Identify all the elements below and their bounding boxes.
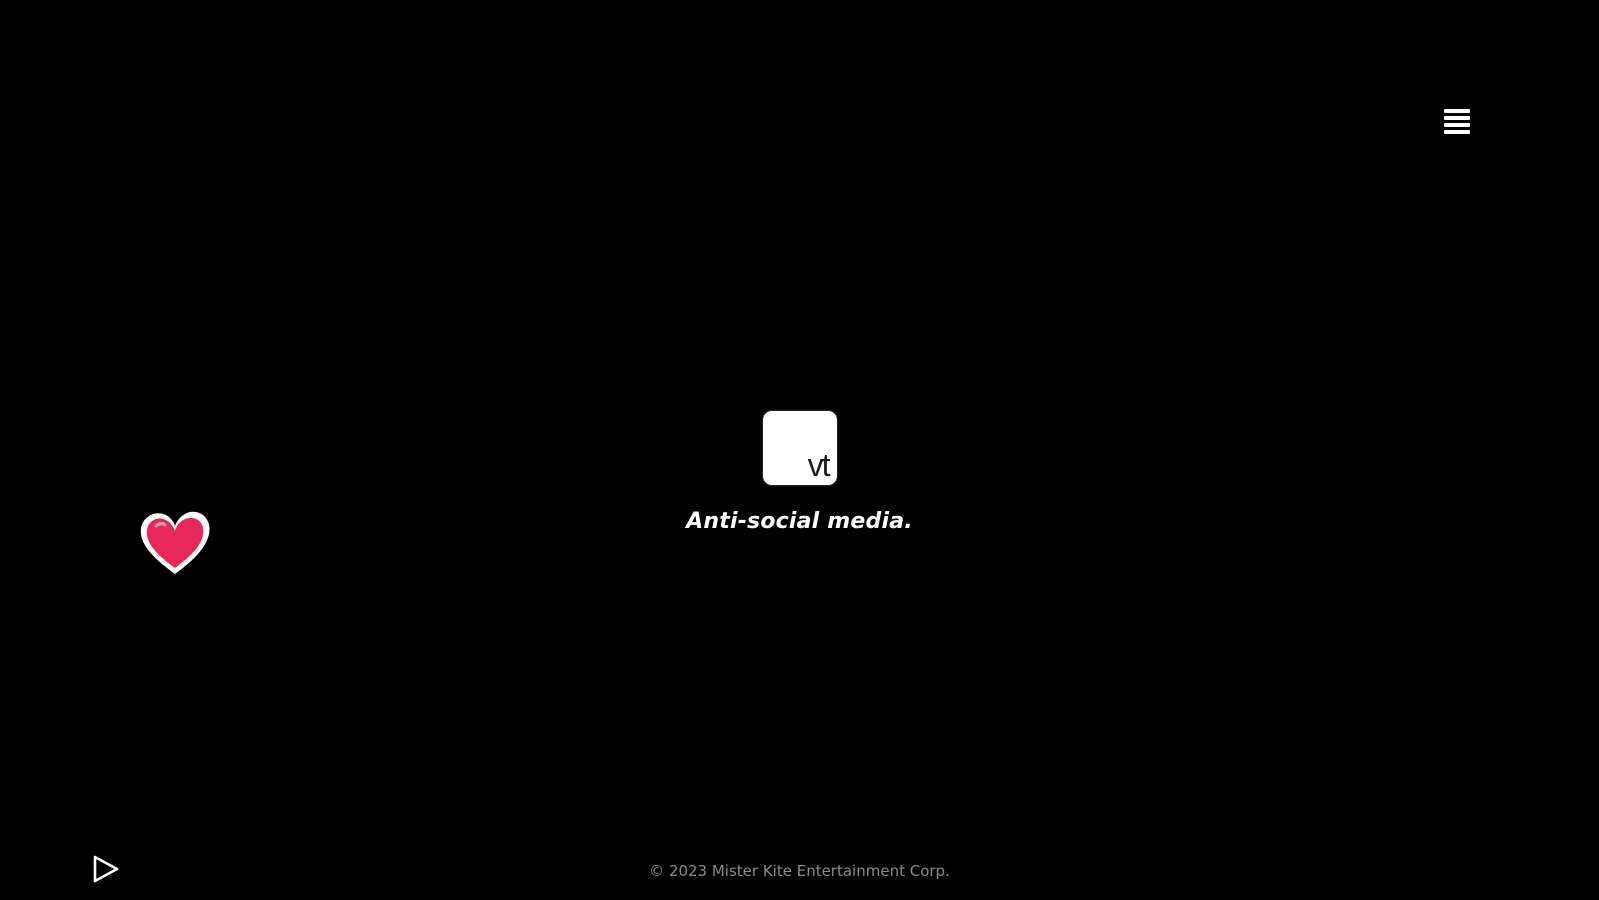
tagline: Anti-social media.: [686, 509, 913, 534]
heart-button[interactable]: [136, 508, 214, 580]
heart-icon: [140, 511, 210, 574]
copyright-text: © 2023 Mister Kite Entertainment Corp.: [649, 862, 950, 880]
page: vt Anti-social media. © 2023 Mister Kite…: [0, 0, 1599, 900]
hamburger-menu-icon: [1444, 109, 1470, 134]
hamburger-menu-button[interactable]: [1442, 106, 1472, 136]
app-logo: vt: [762, 411, 837, 485]
logo-text: vt: [807, 447, 831, 483]
brand-block: vt Anti-social media.: [0, 411, 1599, 534]
